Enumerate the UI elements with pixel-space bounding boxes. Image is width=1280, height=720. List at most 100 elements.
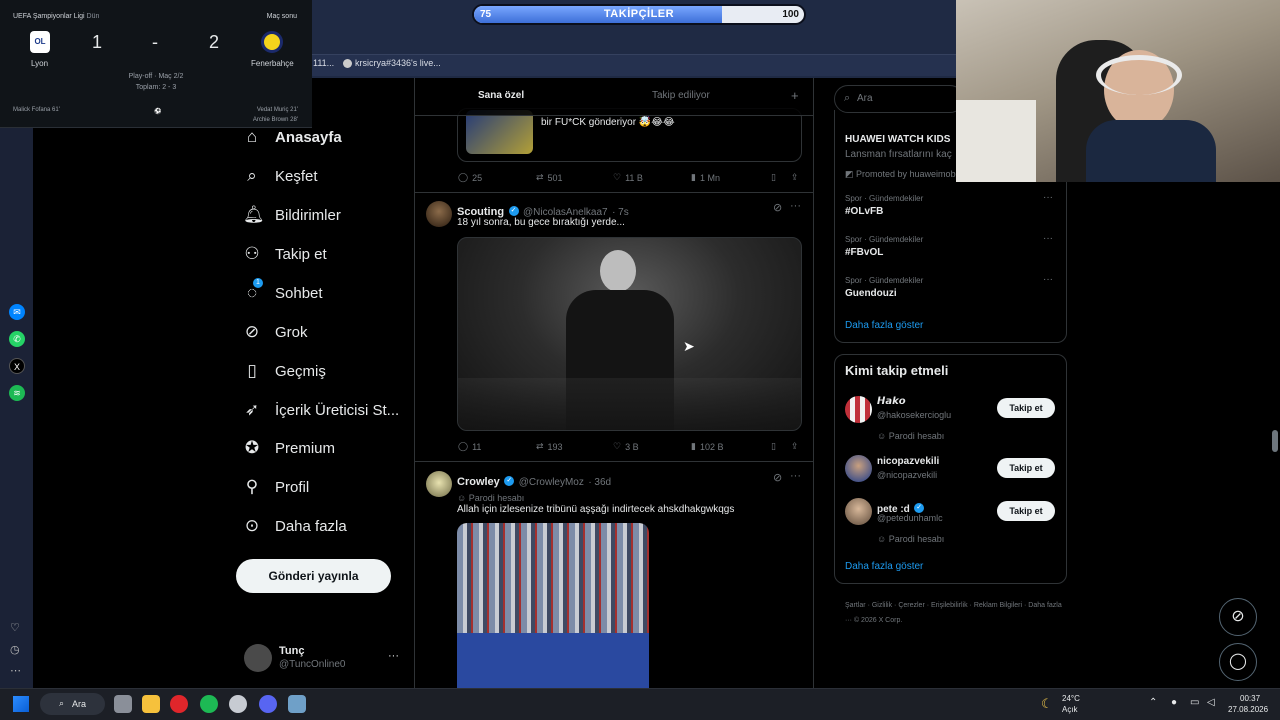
spotify-icon[interactable]: ≋ xyxy=(9,385,25,401)
trends-show-more[interactable]: Daha fazla göster xyxy=(845,320,923,331)
nav-profile[interactable]: ⚲ Profil xyxy=(243,475,309,499)
repost-button[interactable]: ⇄ 501 xyxy=(536,172,563,183)
reply-button[interactable]: ◯ 11 xyxy=(458,441,481,452)
nav-explore[interactable]: ⌕ Keşfet xyxy=(243,164,317,188)
steam-icon[interactable] xyxy=(229,695,247,713)
footer-cookies[interactable]: Çerezler xyxy=(898,602,924,609)
nav-bookmarks[interactable]: ▯ Geçmiş xyxy=(243,359,326,383)
bookmark-1[interactable]: 111... xyxy=(313,58,334,68)
user-handle[interactable]: @petedunhamlc xyxy=(877,513,943,523)
bookmark-button[interactable]: ▯ xyxy=(771,441,776,452)
tab-for-you[interactable]: Sana özel xyxy=(478,90,524,101)
user-handle[interactable]: @hakosekercioglu xyxy=(877,410,951,420)
nav-grok[interactable]: ⊘ Grok xyxy=(243,320,308,344)
post-time[interactable]: · 36d xyxy=(588,477,611,488)
nav-premium[interactable]: ✪ Premium xyxy=(243,436,335,460)
reply-button[interactable]: ◯ 25 xyxy=(458,172,482,183)
trend-item[interactable]: Spor · Gündemdekiler Guendouzi xyxy=(845,276,923,299)
add-tab-icon[interactable]: + xyxy=(791,88,799,103)
grok-analyze-icon[interactable]: ⊘ xyxy=(773,471,782,484)
like-button[interactable]: ♡ 11 B xyxy=(613,172,643,183)
spotify-icon[interactable] xyxy=(200,695,218,713)
messenger-icon[interactable]: ✉ xyxy=(9,304,25,320)
more-dots-icon[interactable]: ⋯ xyxy=(10,664,21,677)
account-handle[interactable]: @TuncOnline0 xyxy=(279,659,345,670)
account-avatar[interactable] xyxy=(244,644,272,672)
like-button[interactable]: ♡ 3 B xyxy=(613,441,639,452)
file-explorer-icon[interactable] xyxy=(142,695,160,713)
post-author[interactable]: Crowley xyxy=(457,476,500,488)
bookmark-button[interactable]: ▯ xyxy=(771,172,776,183)
tab-following[interactable]: Takip ediliyor xyxy=(652,90,710,101)
user-name[interactable]: nicopazvekili xyxy=(877,456,939,467)
follow-show-more[interactable]: Daha fazla göster xyxy=(845,561,923,572)
share-button[interactable]: ⇪ xyxy=(791,441,799,452)
footer-ads-info[interactable]: Reklam Bilgileri xyxy=(974,602,1022,609)
volume-icon[interactable]: ◁ xyxy=(1207,697,1215,708)
share-button[interactable]: ⇪ xyxy=(791,172,799,183)
nav-notifications[interactable]: 🔔︎ Bildirimler xyxy=(243,203,341,227)
nav-more[interactable]: ⊙ Daha fazla xyxy=(243,514,347,538)
chevron-up-icon[interactable]: ⌃ xyxy=(1149,697,1157,708)
task-view-icon[interactable] xyxy=(114,695,132,713)
views-button[interactable]: ▮ 102 B xyxy=(691,441,723,452)
clock-date[interactable]: 27.08.2026 xyxy=(1228,705,1268,714)
grok-float-icon[interactable]: ⊘ xyxy=(1219,598,1257,636)
messages-float-icon[interactable]: ◯ xyxy=(1219,643,1257,681)
search-box[interactable]: ⌕ Ara xyxy=(834,85,964,113)
bookmark-2[interactable]: krsicrya#3436's live... xyxy=(343,58,441,69)
discord-icon[interactable] xyxy=(259,695,277,713)
heart-icon: ♡ xyxy=(613,172,622,182)
weather-temp[interactable]: 24°C xyxy=(1062,694,1080,703)
taskbar-search[interactable]: ⌕ Ara xyxy=(40,693,105,715)
nav-chat[interactable]: ◌ 1 Sohbet xyxy=(243,278,323,305)
trend-item[interactable]: Spor · Gündemdekiler #FBvOL xyxy=(845,235,923,258)
display-icon[interactable]: ▭ xyxy=(1190,697,1199,708)
heart-icon[interactable]: ♡ xyxy=(10,621,20,634)
nav-follow[interactable]: ⚇ Takip et xyxy=(243,242,326,266)
scrollbar-thumb[interactable] xyxy=(1272,430,1278,452)
trend-more-icon[interactable]: ··· xyxy=(1043,233,1053,244)
follow-button[interactable]: Takip et xyxy=(997,398,1055,418)
post-more-icon[interactable]: ··· xyxy=(790,200,801,212)
app-icon[interactable] xyxy=(288,695,306,713)
clock-time[interactable]: 00:37 xyxy=(1240,694,1260,703)
account-name[interactable]: Tunç xyxy=(279,645,304,657)
post-media-video[interactable] xyxy=(457,523,649,688)
x-icon[interactable]: X xyxy=(9,358,25,374)
moon-weather-icon[interactable]: ☾ xyxy=(1041,696,1053,712)
mic-icon[interactable]: ● xyxy=(1171,697,1177,708)
nav-creator-studio[interactable]: ➶ İçerik Üreticisi St... xyxy=(243,398,399,422)
user-name[interactable]: 𝙃𝙖𝙠𝙤 xyxy=(877,396,906,407)
user-avatar[interactable] xyxy=(845,455,872,482)
windows-start-icon[interactable] xyxy=(13,696,29,712)
search-input[interactable]: Ara xyxy=(857,93,873,104)
post-handle[interactable]: @CrowleyMoz xyxy=(519,477,584,488)
follow-button[interactable]: Takip et xyxy=(997,501,1055,521)
history-icon[interactable]: ◷ xyxy=(10,643,20,656)
post-button[interactable]: Gönderi yayınla xyxy=(236,559,391,593)
user-handle[interactable]: @nicopazvekili xyxy=(877,470,937,480)
post-media-image[interactable] xyxy=(457,237,802,431)
views-button[interactable]: ▮ 1 Mn xyxy=(691,172,720,183)
repost-button[interactable]: ⇄ 193 xyxy=(536,441,563,452)
footer-privacy[interactable]: Gizlilik xyxy=(872,602,892,609)
user-avatar[interactable] xyxy=(845,396,872,423)
grok-analyze-icon[interactable]: ⊘ xyxy=(773,201,782,214)
nav-home[interactable]: ⌂ Anasayfa xyxy=(243,125,342,149)
user-avatar[interactable] xyxy=(845,498,872,525)
footer-accessibility[interactable]: Erişilebilirlik xyxy=(931,602,968,609)
follow-button[interactable]: Takip et xyxy=(997,458,1055,478)
trend-item[interactable]: Spor · Gündemdekiler #OLvFB xyxy=(845,194,923,217)
trend-more-icon[interactable]: ··· xyxy=(1043,274,1053,285)
footer-terms[interactable]: Şartlar xyxy=(845,602,866,609)
opera-icon[interactable] xyxy=(170,695,188,713)
post-more-icon[interactable]: ··· xyxy=(790,470,801,482)
post-avatar[interactable] xyxy=(426,471,452,497)
account-menu-icon[interactable]: ··· xyxy=(388,650,399,662)
weather-desc[interactable]: Açık xyxy=(1062,705,1078,714)
post-avatar[interactable] xyxy=(426,201,452,227)
ad-title[interactable]: HUAWEI WATCH KIDS xyxy=(845,134,950,145)
trend-more-icon[interactable]: ··· xyxy=(1043,192,1053,203)
whatsapp-icon[interactable]: ✆ xyxy=(9,331,25,347)
